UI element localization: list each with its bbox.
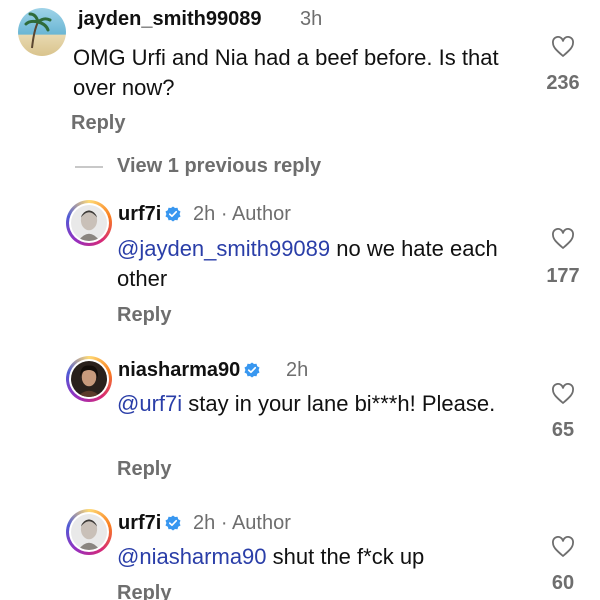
comment-2-heart-icon[interactable] — [551, 228, 575, 250]
verified-badge-icon — [165, 515, 181, 531]
avatar-urf7i[interactable] — [66, 200, 112, 246]
comment-3-reply-button[interactable]: Reply — [117, 458, 171, 481]
avatar-urf7i-inner — [69, 512, 109, 552]
comment-3-body: stay in your lane bi***h! Please. — [182, 391, 496, 416]
comment-1-text: OMG Urfi and Nia had a beef before. Is t… — [73, 43, 523, 103]
comment-4-mention[interactable]: @niasharma90 — [117, 544, 267, 569]
comment-1-username[interactable]: jayden_smith99089 — [78, 8, 261, 31]
comment-4-meta: 2h · Author — [193, 512, 291, 535]
meta-separator: · — [220, 512, 228, 534]
comment-2-username-text: urf7i — [118, 203, 162, 225]
comment-3-time: 2h — [286, 359, 309, 381]
meta-separator: · — [220, 203, 228, 225]
comment-2-reply-button[interactable]: Reply — [117, 304, 171, 327]
view-previous-replies-button[interactable]: View 1 previous reply — [117, 155, 321, 178]
comment-4-body: shut the f*ck up — [266, 544, 425, 569]
comment-2-meta: 2h · Author — [193, 203, 291, 226]
avatar-urf7i-inner — [69, 203, 109, 243]
comment-3-like-count: 65 — [551, 419, 575, 441]
comment-1-like-count: 236 — [546, 72, 580, 94]
comment-4-username[interactable]: urf7i — [118, 512, 181, 535]
comment-4-like-count: 60 — [551, 572, 575, 594]
comment-4-reply-button[interactable]: Reply — [117, 582, 171, 600]
comment-1-reply-button[interactable]: Reply — [71, 112, 125, 135]
avatar-jayden[interactable] — [18, 8, 66, 56]
avatar-niasharma90-inner — [69, 359, 109, 399]
avatar-urf7i[interactable] — [66, 509, 112, 555]
comments-screen: jayden_smith99089 3h OMG Urfi and Nia ha… — [0, 0, 600, 600]
comment-1-time: 3h — [300, 8, 323, 30]
comment-2-mention[interactable]: @jayden_smith99089 — [117, 236, 330, 261]
author-badge: Author — [231, 512, 291, 534]
comment-4-username-text: urf7i — [118, 512, 162, 534]
comment-3-heart-icon[interactable] — [551, 383, 575, 405]
view-replies-divider — [75, 166, 103, 168]
comment-4-text: @niasharma90 shut the f*ck up — [117, 542, 527, 572]
author-badge: Author — [231, 203, 291, 225]
verified-badge-icon — [244, 362, 260, 378]
comment-1-heart-icon[interactable] — [551, 36, 575, 58]
comment-2-time: 2h — [193, 203, 216, 225]
comment-2-username[interactable]: urf7i — [118, 203, 181, 226]
verified-badge-icon — [165, 206, 181, 222]
avatar-niasharma90[interactable] — [66, 356, 112, 402]
comment-4-time: 2h — [193, 512, 216, 534]
comment-1-body: OMG Urfi and Nia had a beef before. Is t… — [73, 45, 499, 100]
comment-3-mention[interactable]: @urf7i — [117, 391, 182, 416]
comment-3-username[interactable]: niasharma90 — [118, 359, 260, 382]
comment-3-text: @urf7i stay in your lane bi***h! Please. — [117, 389, 517, 419]
comment-2-text: @jayden_smith99089 no we hate each other — [117, 234, 527, 294]
comment-2-like-count: 177 — [546, 265, 580, 287]
comment-3-username-text: niasharma90 — [118, 359, 241, 381]
comment-4-heart-icon[interactable] — [551, 536, 575, 558]
